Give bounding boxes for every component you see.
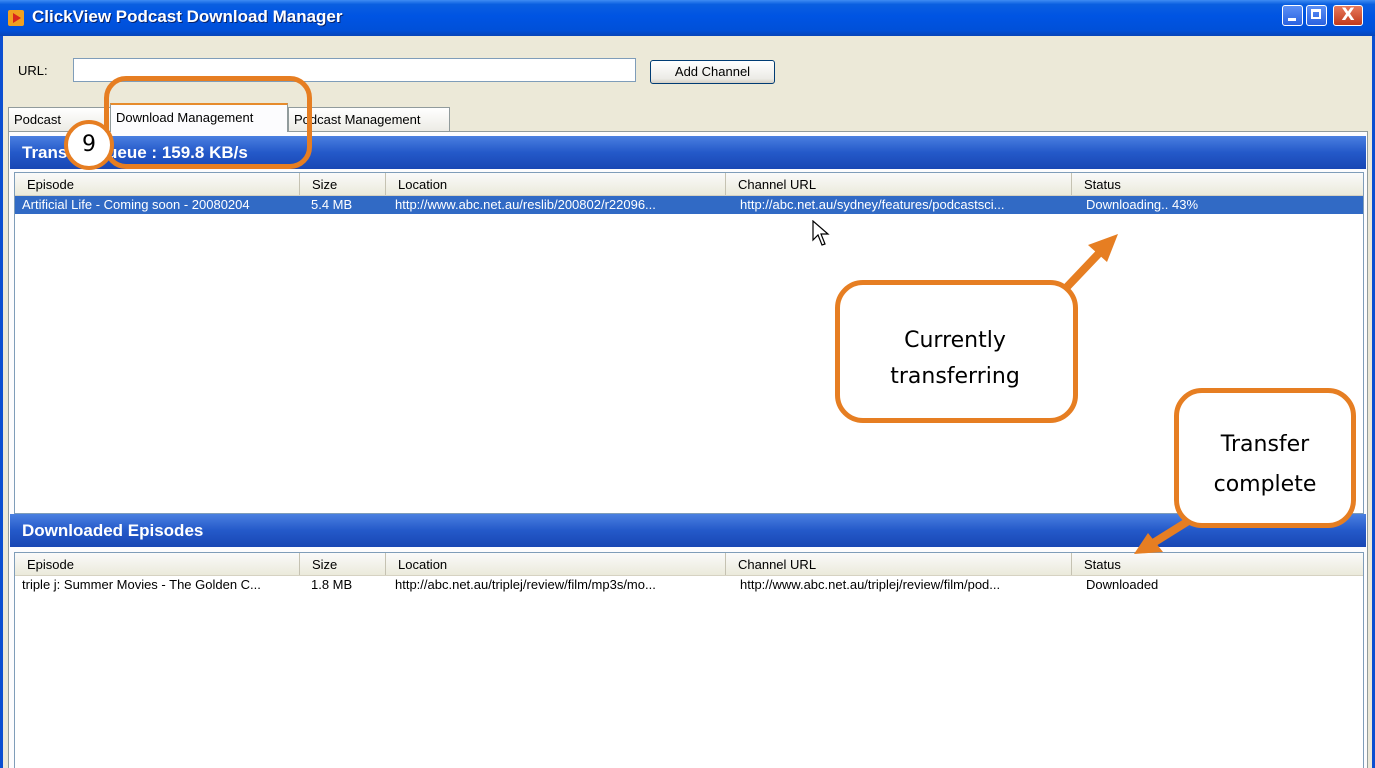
callout-text: Transfer complete <box>1213 432 1317 497</box>
annotation-arrows <box>1062 234 1194 554</box>
callout-text: Currently transferring <box>890 328 1020 389</box>
mouse-pointer-icon <box>812 220 830 246</box>
callout-transfer-complete: Transfer complete <box>1174 388 1356 528</box>
arrow-to-downloaded-status <box>1146 516 1194 549</box>
app-window: ClickView Podcast Download Manager X URL… <box>0 0 1375 768</box>
callout-currently-transferring: Currently transferring <box>835 280 1078 423</box>
step-number-badge: 9 <box>64 120 114 170</box>
